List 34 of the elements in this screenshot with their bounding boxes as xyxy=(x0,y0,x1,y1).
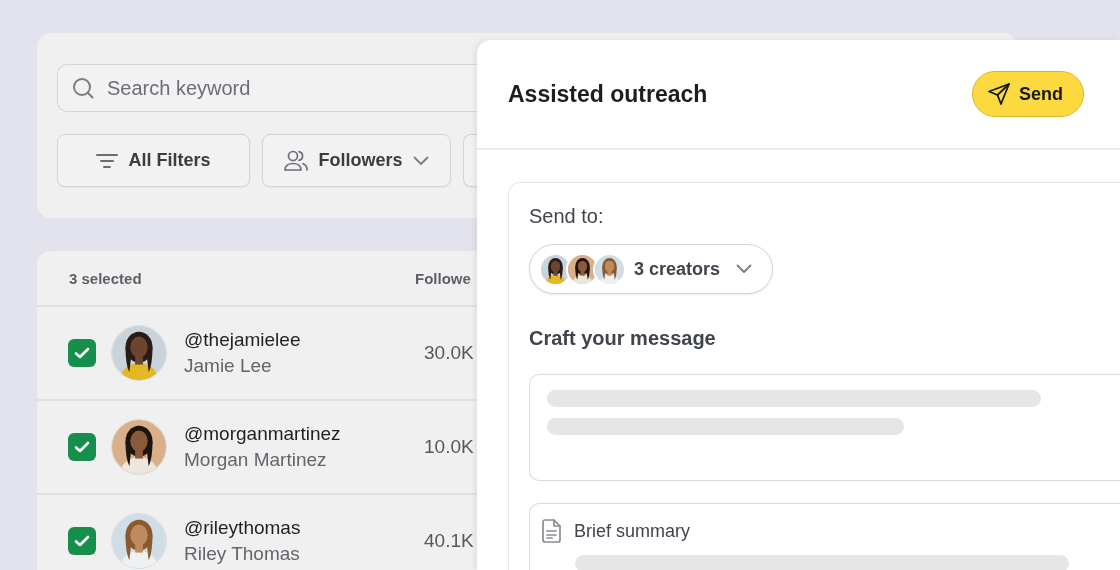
creator-name: Riley Thomas xyxy=(184,543,301,565)
creator-handle: @rileythomas xyxy=(184,517,302,539)
send-icon xyxy=(987,82,1011,106)
selection-count: 3 selected xyxy=(69,269,143,287)
checkbox[interactable] xyxy=(68,527,96,555)
creator-name: Jamie Lee xyxy=(184,355,273,377)
follower-count: 40.1K xyxy=(424,530,474,552)
follower-count: 10.0K xyxy=(424,436,474,458)
filter-button[interactable]: Followers xyxy=(262,134,451,187)
send-button[interactable]: Send xyxy=(972,71,1084,117)
filter-button[interactable]: All Filters xyxy=(57,134,250,187)
column-header: Followe xyxy=(415,269,471,287)
chevron-down-icon xyxy=(736,264,753,274)
people-icon xyxy=(284,149,309,172)
document-icon xyxy=(542,519,562,543)
chevron-down-icon xyxy=(412,155,429,166)
panel-title: Assisted outreach xyxy=(508,80,708,108)
recipients-dropdown[interactable]: 3 creators xyxy=(529,244,773,294)
creator-name: Morgan Martinez xyxy=(184,449,328,471)
creator-handle: @thejamielee xyxy=(184,329,302,351)
check-icon xyxy=(74,441,90,453)
brief-summary-label: Brief summary xyxy=(574,520,690,542)
check-icon xyxy=(74,535,90,547)
follower-count: 30.0K xyxy=(424,342,474,364)
filter-icon xyxy=(96,152,119,169)
checkbox[interactable] xyxy=(68,339,96,367)
message-field[interactable] xyxy=(529,374,1120,481)
send-to-label: Send to: xyxy=(529,205,605,228)
creator-handle: @morganmartinez xyxy=(184,423,342,445)
search-field[interactable]: Search keyword xyxy=(57,64,477,112)
checkbox[interactable] xyxy=(68,433,96,461)
check-icon xyxy=(74,347,90,359)
search-icon xyxy=(72,77,94,99)
message-heading: Craft your message xyxy=(529,327,717,350)
